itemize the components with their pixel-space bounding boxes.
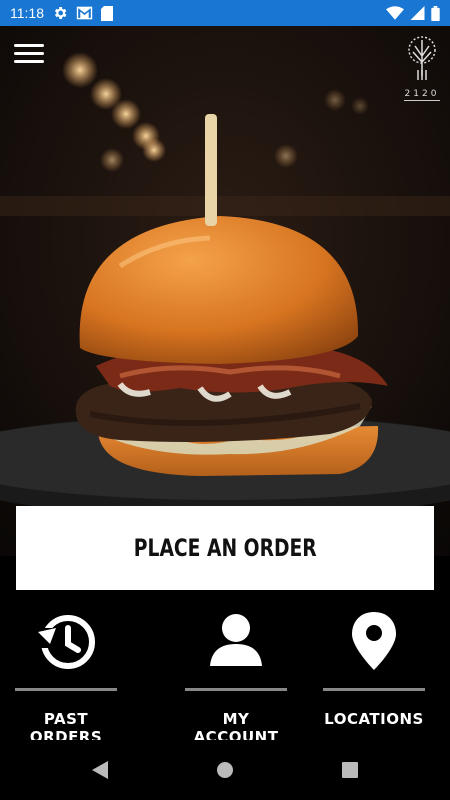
gear-icon — [54, 7, 67, 19]
history-icon — [38, 615, 95, 669]
wifi-icon — [386, 6, 404, 20]
nav-divider — [15, 688, 117, 691]
gmail-icon — [76, 6, 93, 20]
bottom-nav: PAST ORDERS MY ACCOUNT LOCATIONS — [0, 590, 450, 746]
location-pin-icon — [352, 612, 396, 670]
logo-text: 2120 — [404, 89, 440, 101]
recents-square-icon — [342, 762, 358, 778]
nav-my-account[interactable]: MY ACCOUNT — [185, 590, 287, 746]
tree-fork-icon — [408, 36, 436, 80]
home-circle-icon — [217, 762, 233, 778]
hero-image — [0, 26, 450, 556]
hamburger-menu-icon[interactable] — [14, 44, 44, 66]
place-order-button[interactable]: PLACE AN ORDER — [16, 506, 434, 590]
battery-icon — [431, 5, 440, 21]
place-order-label: PLACE AN ORDER — [133, 534, 317, 562]
signal-icon — [410, 6, 425, 20]
nav-divider — [323, 688, 425, 691]
status-time: 11:18 — [10, 5, 44, 21]
menu-bar — [14, 60, 44, 63]
status-right — [386, 5, 440, 21]
system-nav-bar — [0, 740, 450, 800]
nav-label-locations: LOCATIONS — [324, 710, 424, 728]
nav-divider — [185, 688, 287, 691]
status-left: 11:18 — [10, 5, 113, 21]
brand-logo: 2120 — [404, 36, 440, 101]
status-bar: 11:18 — [0, 0, 450, 26]
home-button[interactable] — [195, 740, 255, 800]
sd-card-icon — [101, 5, 113, 21]
account-icon — [210, 614, 262, 666]
burger-photo — [0, 26, 450, 556]
back-triangle-icon — [92, 761, 108, 779]
menu-bar — [14, 44, 44, 47]
menu-bar — [14, 52, 44, 55]
back-button[interactable] — [70, 740, 130, 800]
nav-past-orders[interactable]: PAST ORDERS — [15, 590, 117, 746]
nav-locations[interactable]: LOCATIONS — [323, 590, 425, 740]
recents-button[interactable] — [320, 740, 380, 800]
